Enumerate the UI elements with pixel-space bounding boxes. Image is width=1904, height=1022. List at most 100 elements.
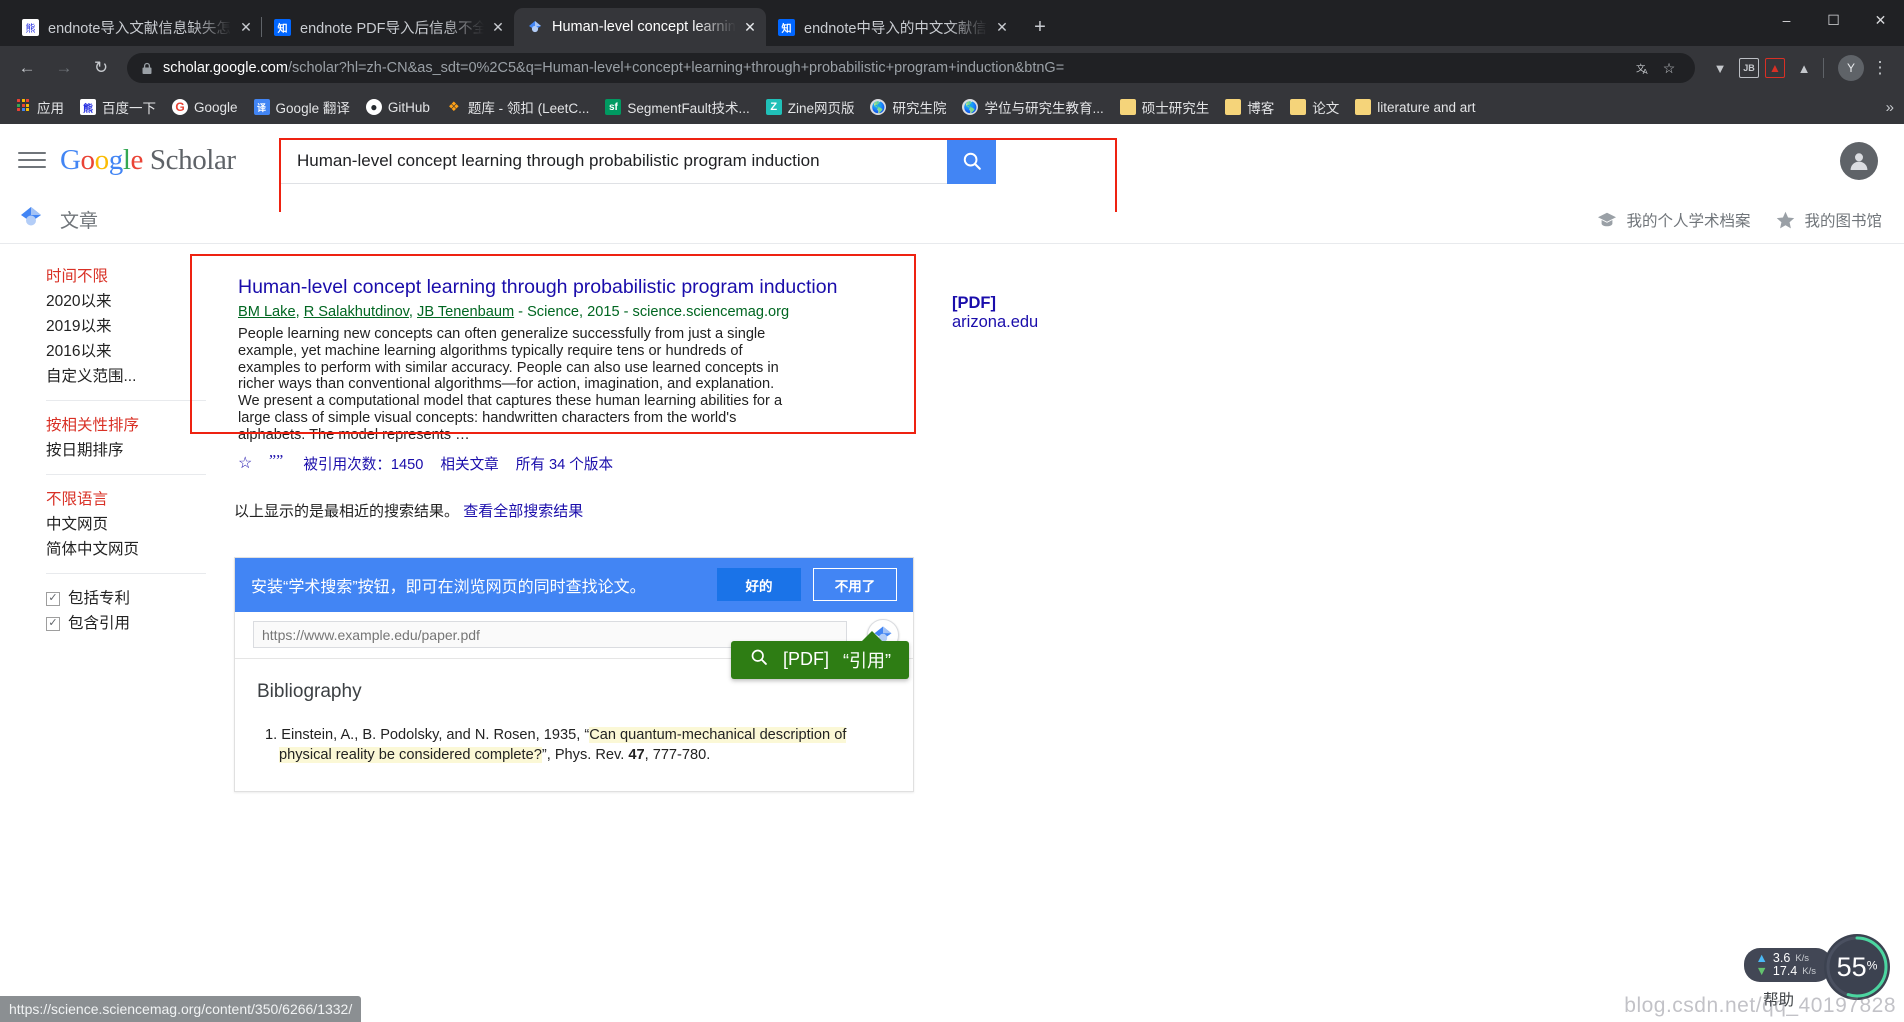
bookmark-segmentfault[interactable]: sf SegmentFault技术... bbox=[598, 94, 756, 120]
bookmark-folder-papers[interactable]: 论文 bbox=[1283, 94, 1346, 120]
bookmark-folder-master[interactable]: 硕士研究生 bbox=[1113, 94, 1217, 120]
all-versions-link[interactable]: 所有 34 个版本 bbox=[516, 453, 613, 474]
result-meta: BM Lake, R Salakhutdinov, JB Tenenbaum -… bbox=[238, 304, 790, 320]
cpu-usage-widget[interactable]: 55% bbox=[1824, 934, 1890, 1000]
page-title: 文章 bbox=[60, 211, 99, 232]
cited-by-link[interactable]: 被引用次数：1450 bbox=[303, 453, 423, 474]
result-title-link[interactable]: Human-level concept learning through pro… bbox=[238, 274, 906, 300]
browser-tab-3-active[interactable]: Human-level concept learning ✕ bbox=[514, 8, 766, 46]
chrome-menu-icon[interactable]: ⋮ bbox=[1866, 54, 1894, 82]
filter-icon[interactable]: ▼ bbox=[1707, 55, 1733, 81]
extension-jb-icon[interactable]: JB bbox=[1739, 58, 1759, 78]
filter-sort-date[interactable]: 按日期排序 bbox=[46, 438, 230, 463]
address-bar[interactable]: scholar.google.com/scholar?hl=zh-CN&as_s… bbox=[127, 53, 1695, 83]
bookmark-zine[interactable]: Z Zine网页版 bbox=[759, 94, 862, 120]
promo-document-preview: Bibliography 1. Einstein, A., B. Podolsk… bbox=[235, 630, 913, 791]
close-icon[interactable]: ✕ bbox=[238, 19, 254, 35]
author-link-1[interactable]: BM Lake bbox=[238, 304, 296, 320]
profile-avatar[interactable]: Y bbox=[1838, 55, 1864, 81]
bookmark-leetcode[interactable]: ❖ 题库 - 领扣 (LeetC... bbox=[439, 94, 597, 120]
bookmark-google-translate[interactable]: 译 Google 翻译 bbox=[247, 94, 357, 120]
browser-tab-2[interactable]: 知 endnote PDF导入后信息不全，怎 ✕ bbox=[261, 8, 514, 46]
result-pdf-link[interactable]: [PDF] arizona.edu bbox=[952, 294, 1038, 332]
forward-button[interactable]: → bbox=[47, 51, 81, 85]
filter-since-2016[interactable]: 2016以来 bbox=[46, 339, 230, 364]
adblock-icon[interactable]: ▲ bbox=[1791, 55, 1817, 81]
menu-icon[interactable] bbox=[18, 148, 46, 172]
bookmark-label: SegmentFault技术... bbox=[627, 101, 750, 116]
browser-tab-1[interactable]: 熊 endnote导入文献信息缺失怎么办 ✕ bbox=[10, 8, 262, 46]
result-venue: - Science, 2015 - science.sciencemag.org bbox=[514, 304, 790, 320]
close-window-button[interactable]: ✕ bbox=[1857, 0, 1904, 40]
promo-decline-button[interactable]: 不用了 bbox=[813, 568, 897, 602]
url-path: /scholar?hl=zh-CN&as_sdt=0%2C5&q=Human-l… bbox=[287, 60, 1065, 76]
star-icon bbox=[1777, 211, 1795, 228]
extension-pdf-icon[interactable]: ▲ bbox=[1765, 58, 1785, 78]
my-library-link[interactable]: 我的图书馆 bbox=[1776, 209, 1882, 231]
logo-letter: G bbox=[60, 143, 81, 176]
close-icon[interactable]: ✕ bbox=[742, 19, 758, 35]
bookmark-folder-literature[interactable]: literature and art bbox=[1348, 94, 1482, 120]
scholar-subheader: 文章 我的个人学术档案 我的图书馆 bbox=[0, 196, 1904, 244]
close-icon[interactable]: ✕ bbox=[994, 19, 1010, 35]
google-scholar-logo[interactable]: Google Scholar bbox=[60, 144, 236, 177]
zhihu-icon: 知 bbox=[778, 18, 795, 36]
segmentfault-icon: sf bbox=[605, 99, 622, 115]
scholar-sidebar: 时间不限 2020以来 2019以来 2016以来 自定义范围... 按相关性排… bbox=[0, 244, 230, 792]
see-all-results-link[interactable]: 查看全部搜索结果 bbox=[463, 503, 583, 520]
filter-since-2019[interactable]: 2019以来 bbox=[46, 314, 230, 339]
related-articles-link[interactable]: 相关文章 bbox=[440, 453, 498, 474]
reload-button[interactable]: ↻ bbox=[84, 51, 118, 85]
filter-chinese-pages[interactable]: 中文网页 bbox=[46, 512, 230, 537]
maximize-button[interactable]: ☐ bbox=[1810, 0, 1857, 40]
bookmark-baidu[interactable]: 熊 百度一下 bbox=[73, 94, 163, 120]
promo-accept-button[interactable]: 好的 bbox=[717, 568, 801, 602]
bookmark-star-icon[interactable]: ☆ bbox=[1657, 56, 1681, 80]
download-speed-unit: K/s bbox=[1802, 966, 1816, 977]
bookmark-folder-blog[interactable]: 博客 bbox=[1218, 94, 1281, 120]
filter-custom-range[interactable]: 自定义范围... bbox=[46, 364, 230, 389]
globe-icon: 🌎 bbox=[962, 99, 979, 115]
help-link[interactable]: 帮助 bbox=[1763, 988, 1794, 1010]
search-icon bbox=[749, 647, 769, 672]
bookmark-github[interactable]: ● GitHub bbox=[359, 94, 437, 120]
minimize-button[interactable]: – bbox=[1763, 0, 1810, 40]
bookmark-graduate-school[interactable]: 🌎 研究生院 bbox=[863, 94, 953, 120]
bookmark-apps[interactable]: 应用 bbox=[8, 94, 71, 120]
browser-chrome: 熊 endnote导入文献信息缺失怎么办 ✕ 知 endnote PDF导入后信… bbox=[0, 0, 1904, 124]
bookmarks-overflow-icon[interactable]: » bbox=[1886, 99, 1894, 116]
search-button[interactable] bbox=[947, 138, 996, 184]
search-input[interactable] bbox=[280, 138, 947, 184]
filter-any-language[interactable]: 不限语言 bbox=[46, 487, 230, 512]
network-speed-widget[interactable]: ▲ 3.6 K/s ▼ 17.4 K/s bbox=[1743, 948, 1832, 982]
back-button[interactable]: ← bbox=[10, 51, 44, 85]
cite-quote-icon[interactable]: ”” bbox=[269, 452, 286, 473]
close-icon[interactable]: ✕ bbox=[490, 19, 506, 35]
search-icon bbox=[963, 152, 981, 170]
filter-since-2020[interactable]: 2020以来 bbox=[46, 289, 230, 314]
browser-window: 熊 endnote导入文献信息缺失怎么办 ✕ 知 endnote PDF导入后信… bbox=[0, 0, 1904, 1022]
scholar-diamond-icon bbox=[18, 204, 44, 235]
baidu-icon: 熊 bbox=[80, 99, 96, 115]
author-link-3[interactable]: JB Tenenbaum bbox=[417, 304, 514, 320]
checkbox-include-citations[interactable]: ✓ 包含引用 bbox=[46, 611, 230, 636]
graduation-cap-icon bbox=[1598, 212, 1617, 226]
browser-tab-4[interactable]: 知 endnote中导入的中文文献信息不 ✕ bbox=[766, 8, 1018, 46]
checkbox-include-patents[interactable]: ✓ 包括专利 bbox=[46, 586, 230, 611]
save-star-icon[interactable]: ☆ bbox=[238, 453, 252, 473]
translate-icon[interactable]: 文A bbox=[1631, 56, 1655, 80]
filter-simplified-chinese-pages[interactable]: 简体中文网页 bbox=[46, 537, 230, 562]
author-link-2[interactable]: R Salakhutdinov bbox=[304, 304, 409, 320]
bookmark-google[interactable]: G Google bbox=[165, 94, 245, 120]
folder-icon bbox=[1225, 99, 1242, 115]
logo-letter: e bbox=[130, 143, 144, 176]
filter-sort-relevance[interactable]: 按相关性排序 bbox=[46, 413, 230, 438]
filter-any-time[interactable]: 时间不限 bbox=[46, 264, 230, 289]
bookmark-label: 应用 bbox=[37, 101, 64, 116]
my-profile-link[interactable]: 我的个人学术档案 bbox=[1597, 209, 1750, 231]
checkbox-label: 包括专利 bbox=[68, 590, 131, 607]
reference-tail: , 777-780. bbox=[644, 746, 711, 763]
new-tab-button[interactable]: + bbox=[1026, 13, 1054, 41]
avatar[interactable] bbox=[1840, 142, 1878, 180]
bookmark-degree-education[interactable]: 🌎 学位与研究生教育... bbox=[955, 94, 1110, 120]
